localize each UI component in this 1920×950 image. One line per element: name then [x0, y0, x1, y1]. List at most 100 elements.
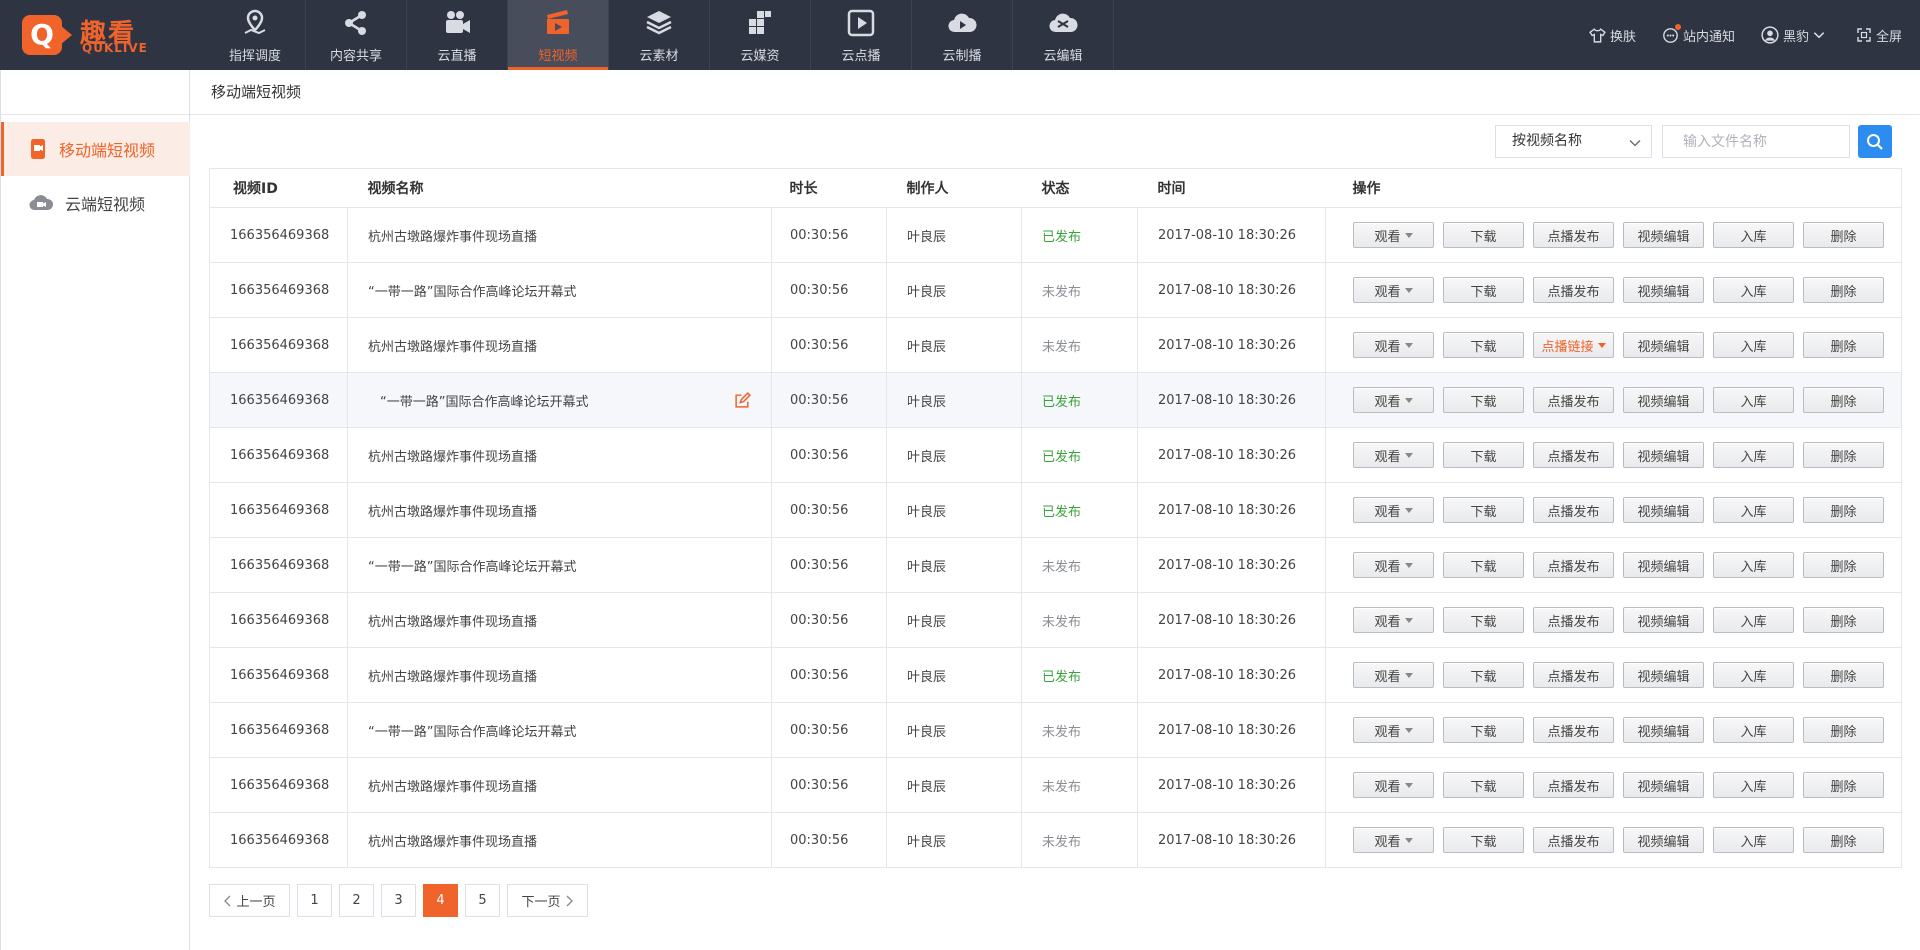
watch-button[interactable]: 观看 — [1353, 332, 1434, 358]
fullscreen-button[interactable]: 全屏 — [1856, 26, 1902, 45]
vod-publish-button[interactable]: 点播发布 — [1533, 442, 1614, 468]
vod-publish-button[interactable]: 点播发布 — [1533, 827, 1614, 853]
delete-button[interactable]: 删除 — [1803, 387, 1884, 413]
store-button[interactable]: 入库 — [1713, 387, 1794, 413]
vod-publish-button[interactable]: 点播发布 — [1533, 717, 1614, 743]
vod-publish-button[interactable]: 点播发布 — [1533, 387, 1614, 413]
nav-item-live[interactable]: 云直播 — [407, 0, 508, 70]
vod-publish-button[interactable]: 点播发布 — [1533, 662, 1614, 688]
store-button[interactable]: 入库 — [1713, 827, 1794, 853]
delete-button[interactable]: 删除 — [1803, 277, 1884, 303]
watch-button[interactable]: 观看 — [1353, 497, 1434, 523]
video-edit-button[interactable]: 视频编辑 — [1623, 717, 1704, 743]
video-edit-button[interactable]: 视频编辑 — [1623, 662, 1704, 688]
notification-button[interactable]: 站内通知 — [1662, 23, 1735, 45]
nav-item-cloud-edit[interactable]: 云编辑 — [1013, 0, 1114, 70]
download-button[interactable]: 下载 — [1443, 277, 1524, 303]
sidebar-item-mobile-short-video[interactable]: 移动端短视频 — [1, 122, 190, 176]
store-button[interactable]: 入库 — [1713, 332, 1794, 358]
page-button-2[interactable]: 2 — [339, 884, 374, 917]
delete-button[interactable]: 删除 — [1803, 827, 1884, 853]
watch-button[interactable]: 观看 — [1353, 442, 1434, 468]
download-button[interactable]: 下载 — [1443, 662, 1524, 688]
user-menu[interactable]: 黑豹 — [1761, 26, 1830, 45]
nav-item-vod[interactable]: 云点播 — [811, 0, 912, 70]
watch-button[interactable]: 观看 — [1353, 662, 1434, 688]
store-button[interactable]: 入库 — [1713, 552, 1794, 578]
vod-publish-button[interactable]: 点播发布 — [1533, 772, 1614, 798]
delete-button[interactable]: 删除 — [1803, 772, 1884, 798]
search-type-select[interactable]: 按视频名称 — [1495, 125, 1652, 158]
video-edit-button[interactable]: 视频编辑 — [1623, 827, 1704, 853]
search-button[interactable] — [1858, 125, 1892, 158]
store-button[interactable]: 入库 — [1713, 717, 1794, 743]
vod-publish-button[interactable]: 点播发布 — [1533, 497, 1614, 523]
video-edit-button[interactable]: 视频编辑 — [1623, 387, 1704, 413]
watch-button[interactable]: 观看 — [1353, 827, 1434, 853]
download-button[interactable]: 下载 — [1443, 607, 1524, 633]
watch-button[interactable]: 观看 — [1353, 772, 1434, 798]
delete-button[interactable]: 删除 — [1803, 607, 1884, 633]
download-button[interactable]: 下载 — [1443, 717, 1524, 743]
delete-button[interactable]: 删除 — [1803, 717, 1884, 743]
next-page-button[interactable]: 下一页 — [507, 884, 588, 917]
page-button-3[interactable]: 3 — [381, 884, 416, 917]
download-button[interactable]: 下载 — [1443, 827, 1524, 853]
nav-item-media-asset[interactable]: 云媒资 — [710, 0, 811, 70]
nav-item-share[interactable]: 内容共享 — [306, 0, 407, 70]
vod-publish-button[interactable]: 点播链接 — [1533, 332, 1614, 358]
prev-page-button[interactable]: 上一页 — [209, 884, 290, 917]
delete-button[interactable]: 删除 — [1803, 552, 1884, 578]
watch-button[interactable]: 观看 — [1353, 222, 1434, 248]
nav-item-material[interactable]: 云素材 — [609, 0, 710, 70]
delete-button[interactable]: 删除 — [1803, 662, 1884, 688]
page-button-1[interactable]: 1 — [297, 884, 332, 917]
watch-label: 观看 — [1374, 724, 1401, 740]
store-button[interactable]: 入库 — [1713, 222, 1794, 248]
video-edit-button[interactable]: 视频编辑 — [1623, 772, 1704, 798]
nav-item-production[interactable]: 云制播 — [912, 0, 1013, 70]
edit-icon[interactable] — [734, 392, 751, 409]
video-edit-button[interactable]: 视频编辑 — [1623, 607, 1704, 633]
store-button[interactable]: 入库 — [1713, 442, 1794, 468]
page-button-5[interactable]: 5 — [465, 884, 500, 917]
search-input[interactable] — [1662, 125, 1850, 158]
video-edit-button[interactable]: 视频编辑 — [1623, 552, 1704, 578]
download-button[interactable]: 下载 — [1443, 497, 1524, 523]
watch-button[interactable]: 观看 — [1353, 717, 1434, 743]
skin-button[interactable]: 换肤 — [1589, 26, 1636, 45]
watch-button[interactable]: 观看 — [1353, 277, 1434, 303]
store-button[interactable]: 入库 — [1713, 607, 1794, 633]
store-button[interactable]: 入库 — [1713, 772, 1794, 798]
delete-button[interactable]: 删除 — [1803, 442, 1884, 468]
page-button-4[interactable]: 4 — [423, 884, 458, 917]
app-logo[interactable]: Q 趣看 QUKLIVE — [22, 15, 147, 55]
vod-publish-button[interactable]: 点播发布 — [1533, 277, 1614, 303]
nav-item-short-video[interactable]: 短视频 — [508, 0, 609, 70]
store-button[interactable]: 入库 — [1713, 277, 1794, 303]
download-button[interactable]: 下载 — [1443, 222, 1524, 248]
delete-button[interactable]: 删除 — [1803, 332, 1884, 358]
video-edit-button[interactable]: 视频编辑 — [1623, 277, 1704, 303]
video-edit-button[interactable]: 视频编辑 — [1623, 332, 1704, 358]
watch-button[interactable]: 观看 — [1353, 552, 1434, 578]
download-button[interactable]: 下载 — [1443, 442, 1524, 468]
download-button[interactable]: 下载 — [1443, 387, 1524, 413]
vod-publish-button[interactable]: 点播发布 — [1533, 222, 1614, 248]
download-button[interactable]: 下载 — [1443, 772, 1524, 798]
sidebar-item-cloud-short-video[interactable]: 云端短视频 — [1, 176, 190, 230]
store-button[interactable]: 入库 — [1713, 662, 1794, 688]
watch-button[interactable]: 观看 — [1353, 607, 1434, 633]
store-button[interactable]: 入库 — [1713, 497, 1794, 523]
download-button[interactable]: 下载 — [1443, 332, 1524, 358]
nav-item-command[interactable]: 指挥调度 — [205, 0, 306, 70]
delete-button[interactable]: 删除 — [1803, 497, 1884, 523]
vod-publish-button[interactable]: 点播发布 — [1533, 607, 1614, 633]
download-button[interactable]: 下载 — [1443, 552, 1524, 578]
video-edit-button[interactable]: 视频编辑 — [1623, 497, 1704, 523]
video-edit-button[interactable]: 视频编辑 — [1623, 442, 1704, 468]
watch-button[interactable]: 观看 — [1353, 387, 1434, 413]
delete-button[interactable]: 删除 — [1803, 222, 1884, 248]
video-edit-button[interactable]: 视频编辑 — [1623, 222, 1704, 248]
vod-publish-button[interactable]: 点播发布 — [1533, 552, 1614, 578]
